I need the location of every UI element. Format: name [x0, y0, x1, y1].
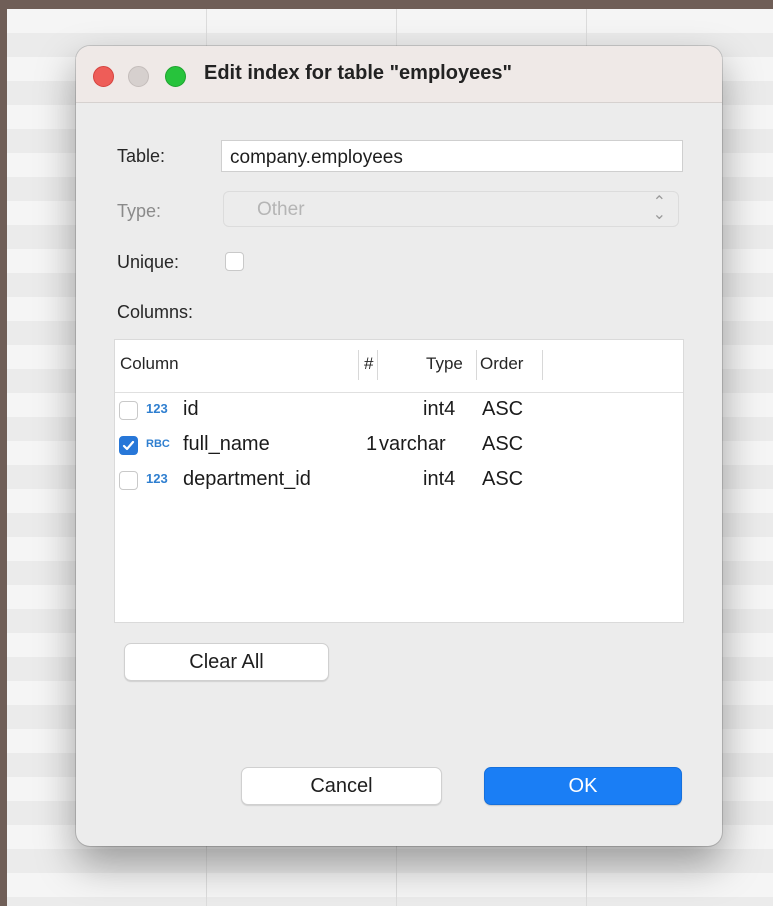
column-type-cell: int4 — [423, 398, 456, 420]
unique-label: Unique: — [117, 252, 180, 272]
table-row[interactable]: 123 department_id int4 ASC — [115, 463, 683, 498]
table-row[interactable]: RBC full_name 1 varchar ASC — [115, 428, 683, 463]
zoom-window-button[interactable] — [165, 66, 186, 87]
cancel-button[interactable]: Cancel — [241, 767, 442, 805]
unique-checkbox[interactable] — [225, 252, 244, 271]
index-type-select[interactable]: Other ⌃ ⌄ — [223, 191, 679, 227]
ok-button[interactable]: OK — [484, 767, 682, 805]
table-row[interactable]: 123 id int4 ASC — [115, 393, 683, 428]
columns-table: Column # Type Order 123 id int4 ASC RBC … — [114, 339, 684, 623]
up-down-chevron-icon: ⌃ ⌄ — [652, 194, 666, 223]
column-type-cell: varchar — [379, 433, 446, 455]
header-divider — [542, 350, 543, 380]
dialog-title: Edit index for table "employees" — [204, 62, 512, 84]
row-select-checkbox[interactable] — [119, 436, 138, 455]
edit-index-dialog: Edit index for table "employees" Table: … — [76, 46, 722, 846]
column-order-cell[interactable]: ASC — [482, 433, 523, 456]
column-name-cell: full_name — [183, 433, 270, 455]
clear-all-button[interactable]: Clear All — [124, 643, 329, 681]
checkmark-icon — [122, 440, 135, 451]
table-label: Table: — [117, 146, 166, 166]
column-name-cell: department_id — [183, 468, 311, 490]
column-type-cell: int4 — [423, 468, 456, 490]
row-select-checkbox[interactable] — [119, 471, 138, 490]
column-header-type[interactable]: Type — [426, 354, 463, 374]
header-divider — [377, 350, 378, 380]
column-order-cell[interactable]: ASC — [482, 468, 523, 491]
close-window-button[interactable] — [93, 66, 114, 87]
column-header-name[interactable]: Column — [120, 354, 179, 374]
title-bar: Edit index for table "employees" — [76, 46, 722, 103]
text-type-icon: RBC — [146, 438, 170, 450]
header-divider — [476, 350, 477, 380]
numeric-type-icon: 123 — [146, 471, 168, 486]
columns-label: Columns: — [117, 302, 194, 322]
row-select-checkbox[interactable] — [119, 401, 138, 420]
column-order-cell[interactable]: ASC — [482, 398, 523, 421]
header-divider — [358, 350, 359, 380]
minimize-window-button[interactable] — [128, 66, 149, 87]
type-label: Type: — [117, 201, 162, 221]
column-name-cell: id — [183, 398, 199, 420]
index-type-value: Other — [257, 199, 305, 220]
column-number-cell: 1 — [366, 433, 378, 455]
column-header-order[interactable]: Order — [480, 354, 523, 374]
table-header: Column # Type Order — [115, 340, 683, 393]
column-header-number[interactable]: # — [364, 354, 373, 374]
table-name-field[interactable]: company.employees — [221, 140, 683, 172]
numeric-type-icon: 123 — [146, 401, 168, 416]
